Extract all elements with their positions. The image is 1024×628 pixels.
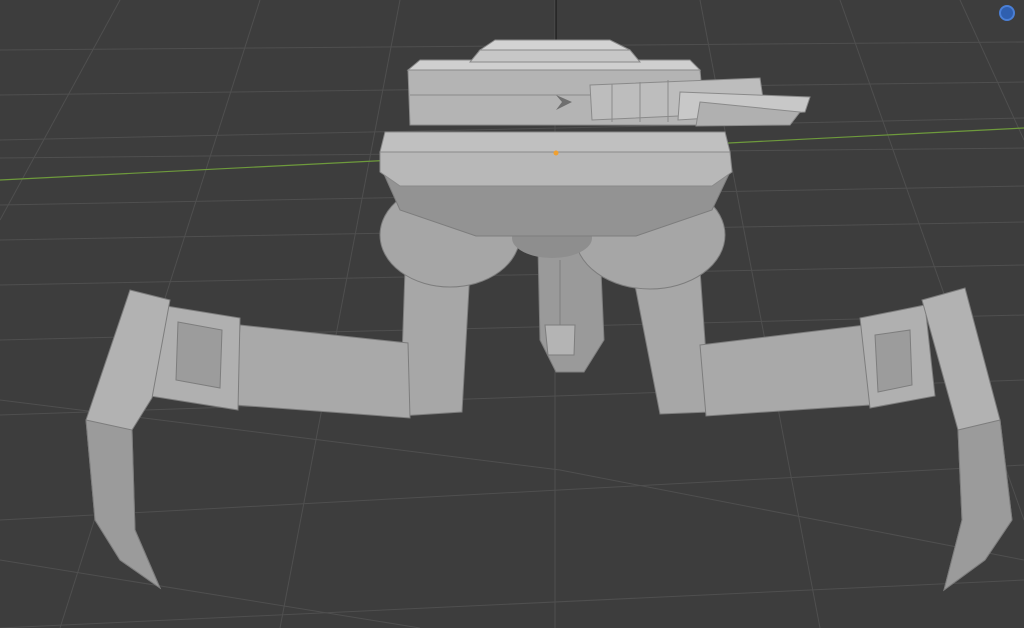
object-origin-marker — [553, 150, 559, 156]
left-leg — [85, 269, 471, 590]
right-leg — [631, 269, 1013, 592]
body-disc — [379, 131, 733, 237]
navigation-gizmo-icon[interactable] — [999, 5, 1015, 21]
3d-viewport[interactable] — [0, 0, 1024, 628]
viewport-canvas[interactable] — [0, 0, 1024, 628]
